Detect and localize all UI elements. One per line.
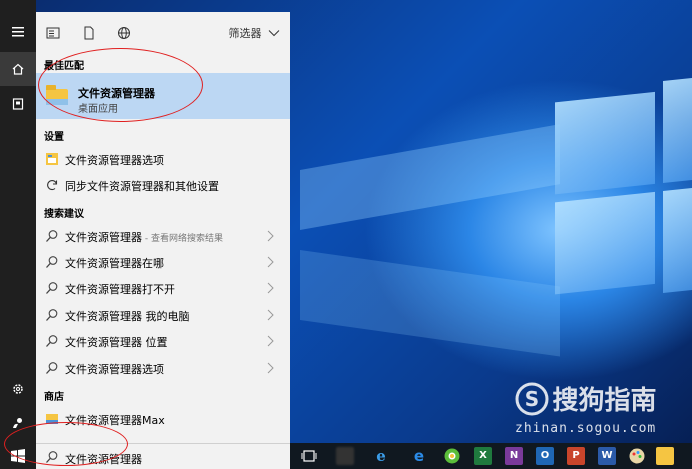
suggestion-item[interactable]: 文件资源管理器在哪 [36, 249, 290, 275]
word-icon[interactable]: W [598, 447, 616, 465]
notebook-icon [12, 98, 24, 110]
suggestion-item[interactable]: 文件资源管理器选项 [36, 355, 290, 381]
hamburger-icon [12, 27, 24, 37]
home-icon [12, 63, 24, 75]
suggestion-label: 文件资源管理器 [65, 231, 142, 244]
360-browser-icon[interactable] [443, 447, 461, 465]
svg-text:e: e [414, 447, 424, 465]
suggestion-label: 文件资源管理器 我的电脑 [65, 310, 190, 323]
watermark-url: zhinan.sogou.com [515, 421, 657, 436]
home-button[interactable] [0, 52, 36, 86]
annotation-ellipse-best-match [38, 48, 203, 122]
settings-item-label: 同步文件资源管理器和其他设置 [65, 180, 219, 193]
paint-icon[interactable] [628, 447, 646, 465]
chevron-right-icon[interactable] [264, 334, 276, 348]
search-icon [46, 282, 58, 294]
powerpoint-icon[interactable]: P [567, 447, 585, 465]
search-icon [46, 230, 58, 242]
svg-text:S: S [525, 387, 539, 411]
hamburger-menu-button[interactable] [0, 15, 36, 49]
taskbar: e e X N O P W [290, 443, 692, 469]
suggestion-sub: - 查看网络搜索结果 [142, 234, 223, 244]
suggestion-item[interactable]: 文件资源管理器 我的电脑 [36, 302, 290, 328]
excel-icon[interactable]: X [474, 447, 492, 465]
search-icon [46, 256, 58, 268]
sync-icon [47, 180, 58, 191]
settings-item[interactable]: 同步文件资源管理器和其他设置 [36, 172, 290, 198]
blurred-app-icon[interactable] [336, 447, 354, 465]
chevron-right-icon[interactable] [264, 308, 276, 322]
suggestion-label: 文件资源管理器在哪 [65, 257, 164, 270]
start-left-rail [0, 0, 36, 443]
notebook-button[interactable] [0, 87, 36, 121]
suggestion-item[interactable]: 文件资源管理器 位置 [36, 328, 290, 354]
chevron-down-icon [268, 30, 280, 37]
settings-button[interactable] [0, 372, 36, 406]
chevron-right-icon[interactable] [264, 281, 276, 295]
web-filter-icon[interactable] [117, 26, 131, 40]
filter-toolbar: 筛选器 [36, 20, 290, 46]
suggestion-item[interactable]: 文件资源管理器打不开 [36, 275, 290, 301]
settings-item[interactable]: 文件资源管理器选项 [36, 146, 290, 172]
section-store: 商店 [44, 392, 64, 403]
section-settings: 设置 [44, 132, 64, 143]
chevron-right-icon[interactable] [264, 229, 276, 243]
task-view-icon[interactable] [300, 447, 318, 465]
annotation-ellipse-search [4, 422, 128, 466]
sogou-watermark: S 搜狗指南 zhinan.sogou.com [515, 380, 657, 436]
watermark-brand: 搜狗指南 [552, 386, 657, 416]
filter-label: 筛选器 [228, 27, 262, 40]
filter-dropdown[interactable]: 筛选器 [229, 25, 281, 41]
suggestion-label: 文件资源管理器打不开 [65, 283, 175, 296]
chevron-right-icon[interactable] [264, 255, 276, 269]
settings-item-label: 文件资源管理器选项 [65, 154, 164, 167]
search-icon [46, 309, 58, 321]
outlook-icon[interactable]: O [536, 447, 554, 465]
edge-icon[interactable]: e [410, 447, 428, 465]
documents-filter-icon[interactable] [82, 26, 96, 40]
search-icon [46, 362, 58, 374]
suggestion-label: 文件资源管理器选项 [65, 363, 164, 376]
windows-logo-graphic [555, 77, 692, 303]
ie-icon[interactable]: e [372, 447, 390, 465]
file-explorer-icon[interactable] [656, 447, 674, 465]
svg-text:e: e [376, 447, 386, 465]
search-icon [46, 335, 58, 347]
suggestion-label: 文件资源管理器 位置 [65, 336, 168, 349]
section-search-suggestions: 搜索建议 [44, 209, 84, 220]
sogou-logo-icon: S [515, 382, 549, 415]
settings-window-icon [46, 153, 58, 165]
onenote-icon[interactable]: N [505, 447, 523, 465]
apps-filter-icon[interactable] [46, 26, 60, 40]
chevron-right-icon[interactable] [264, 361, 276, 375]
suggestion-item[interactable]: 文件资源管理器 - 查看网络搜索结果 [36, 223, 290, 249]
gear-icon [13, 384, 23, 394]
